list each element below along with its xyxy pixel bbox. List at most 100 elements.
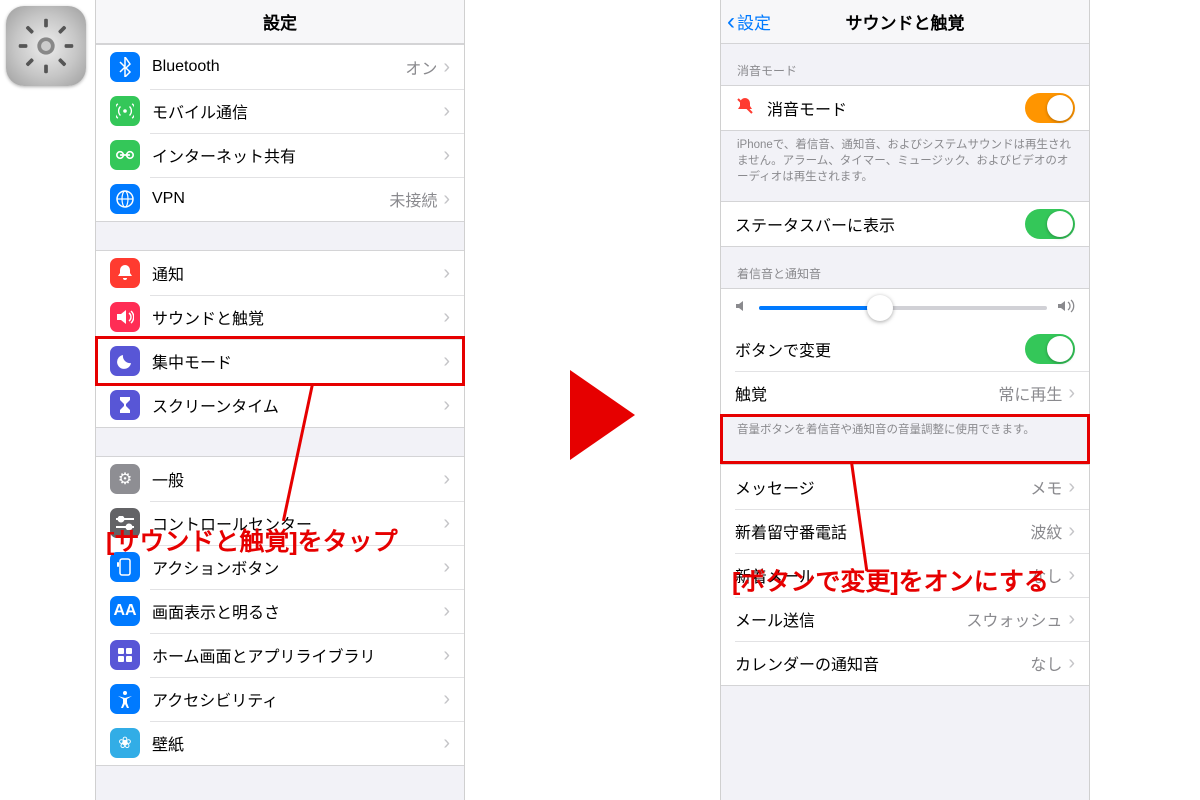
chevron-right-icon: › (443, 262, 450, 285)
row-accessibility[interactable]: アクセシビリティ › (96, 677, 464, 721)
hourglass-icon (110, 390, 140, 420)
row-notifications[interactable]: 通知 › (96, 251, 464, 295)
group-general: ⚙ 一般 › コントロールセンター › アクションボタン › AA 画面表示と明… (96, 456, 464, 766)
chevron-right-icon: › (443, 512, 450, 535)
row-focus[interactable]: 集中モード › (96, 339, 464, 383)
chevron-right-icon: › (1068, 520, 1075, 543)
row-label: メール送信 (735, 607, 966, 631)
page-title: サウンドと触覚 (846, 9, 965, 34)
row-wallpaper[interactable]: ❀ 壁紙 › (96, 721, 464, 765)
antenna-icon (110, 96, 140, 126)
row-hotspot[interactable]: インターネット共有 › (96, 133, 464, 177)
row-display[interactable]: AA 画面表示と明るさ › (96, 589, 464, 633)
row-general[interactable]: ⚙ 一般 › (96, 457, 464, 501)
row-haptics[interactable]: 触覚 常に再生 › (721, 371, 1089, 415)
flower-icon: ❀ (110, 728, 140, 758)
chevron-right-icon: › (443, 468, 450, 491)
row-label: 消音モード (767, 96, 1025, 120)
row-sounds-haptics[interactable]: サウンドと触覚 › (96, 295, 464, 339)
speaker-icon (110, 302, 140, 332)
chevron-right-icon: › (1068, 476, 1075, 499)
row-label: モバイル通信 (152, 99, 443, 123)
chevron-right-icon: › (443, 144, 450, 167)
chevron-right-icon: › (1068, 608, 1075, 631)
chevron-right-icon: › (443, 556, 450, 579)
settings-app-icon (6, 6, 86, 86)
row-bluetooth[interactable]: Bluetooth オン › (96, 45, 464, 89)
volume-slider[interactable] (759, 306, 1047, 310)
chevron-right-icon: › (443, 56, 450, 79)
row-label: 一般 (152, 467, 443, 491)
change-with-buttons-toggle[interactable] (1025, 334, 1075, 364)
row-label: 通知 (152, 261, 443, 285)
link-icon (110, 140, 140, 170)
back-label: 設定 (737, 9, 771, 34)
row-voicemail[interactable]: 新着留守番電話 波紋 › (721, 509, 1089, 553)
bell-slash-icon (735, 96, 755, 121)
row-label: アクションボタン (152, 555, 443, 579)
row-value: スウォッシュ (966, 607, 1062, 631)
row-label: ステータスバーに表示 (735, 212, 1025, 236)
volume-high-icon (1057, 299, 1075, 317)
grid-icon (110, 640, 140, 670)
row-label: 触覚 (735, 381, 998, 405)
row-sent-mail[interactable]: メール送信 スウォッシュ › (721, 597, 1089, 641)
gear-icon: ⚙ (110, 464, 140, 494)
moon-icon (110, 346, 140, 376)
bell-icon (110, 258, 140, 288)
row-label: VPN (152, 190, 389, 208)
chevron-right-icon: › (1068, 652, 1075, 675)
ringer-footer: 音量ボタンを着信音や通知音の音量調整に使用できます。 (721, 416, 1089, 442)
volume-slider-row[interactable] (721, 289, 1089, 327)
phone-settings-main: 設定 Bluetooth オン › モバイル通信 › インターネット共有 › (95, 0, 465, 800)
row-silent-mode[interactable]: 消音モード (721, 86, 1089, 130)
navbar: 設定 (96, 0, 464, 44)
chevron-right-icon: › (443, 732, 450, 755)
row-value: オン (405, 55, 437, 79)
row-label: カレンダーの通知音 (735, 651, 1030, 675)
gear-icon (15, 15, 77, 77)
row-label: アクセシビリティ (152, 687, 443, 711)
row-value: 未接続 (389, 187, 437, 211)
row-message[interactable]: メッセージ メモ › (721, 465, 1089, 509)
chevron-right-icon: › (443, 350, 450, 373)
chevron-right-icon: › (443, 188, 450, 211)
row-value: なし (1030, 651, 1062, 675)
row-screen-time[interactable]: スクリーンタイム › (96, 383, 464, 427)
vpn-icon (110, 184, 140, 214)
row-vpn[interactable]: VPN 未接続 › (96, 177, 464, 221)
row-label: サウンドと触覚 (152, 305, 443, 329)
row-label: 壁紙 (152, 731, 443, 755)
row-label: Bluetooth (152, 58, 405, 76)
annotation-left: [サウンドと触覚]をタップ (106, 522, 398, 558)
back-button[interactable]: ‹ 設定 (727, 9, 771, 34)
row-label: インターネット共有 (152, 143, 443, 167)
group-notifications: 通知 › サウンドと触覚 › 集中モード › スクリーンタイム › (96, 250, 464, 428)
row-cellular[interactable]: モバイル通信 › (96, 89, 464, 133)
row-statusbar[interactable]: ステータスバーに表示 (721, 202, 1089, 246)
row-change-with-buttons[interactable]: ボタンで変更 (721, 327, 1089, 371)
navbar: ‹ 設定 サウンドと触覚 (721, 0, 1089, 44)
row-calendar-alert[interactable]: カレンダーの通知音 なし › (721, 641, 1089, 685)
row-label: スクリーンタイム (152, 393, 443, 417)
group-silent: 消音モード (721, 85, 1089, 131)
page-title: 設定 (263, 9, 297, 34)
bluetooth-icon (110, 52, 140, 82)
volume-low-icon (735, 299, 749, 317)
row-value: 波紋 (1030, 519, 1062, 543)
chevron-right-icon: › (1068, 564, 1075, 587)
row-home-screen[interactable]: ホーム画面とアプリライブラリ › (96, 633, 464, 677)
row-label: ホーム画面とアプリライブラリ (152, 643, 443, 667)
row-label: メッセージ (735, 475, 1030, 499)
text-size-icon: AA (110, 596, 140, 626)
group-statusbar: ステータスバーに表示 (721, 201, 1089, 247)
row-label: 新着留守番電話 (735, 519, 1030, 543)
silent-footer: iPhoneで、着信音、通知音、およびシステムサウンドは再生されません。アラーム… (721, 131, 1089, 189)
silent-mode-toggle[interactable] (1025, 93, 1075, 123)
arrow-right-icon (570, 370, 635, 460)
chevron-right-icon: › (443, 644, 450, 667)
group-ringer: ボタンで変更 触覚 常に再生 › (721, 288, 1089, 416)
chevron-right-icon: › (443, 306, 450, 329)
statusbar-toggle[interactable] (1025, 209, 1075, 239)
group-connectivity: Bluetooth オン › モバイル通信 › インターネット共有 › VPN … (96, 44, 464, 222)
